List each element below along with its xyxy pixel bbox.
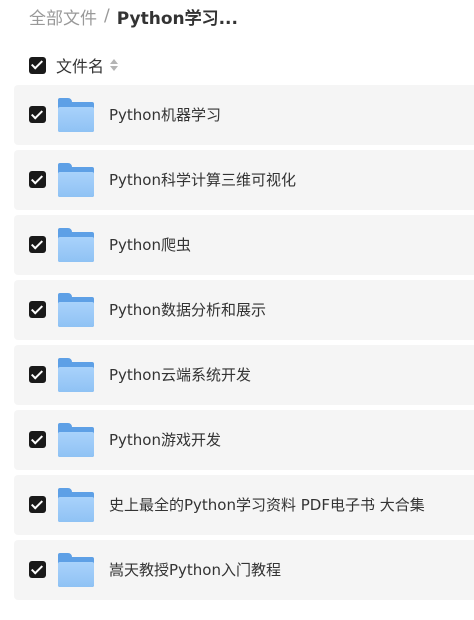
- file-name[interactable]: Python爬虫: [109, 215, 191, 275]
- column-header-filename[interactable]: 文件名: [56, 53, 104, 77]
- row-checkbox[interactable]: [29, 236, 46, 253]
- breadcrumb: 全部文件 / Python学习...: [29, 4, 238, 29]
- row-checkbox[interactable]: [29, 561, 46, 578]
- folder-icon: [58, 98, 94, 132]
- breadcrumb-root-link[interactable]: 全部文件: [29, 4, 97, 29]
- file-row[interactable]: Python机器学习: [14, 85, 474, 145]
- file-row[interactable]: Python云端系统开发: [14, 345, 474, 405]
- folder-icon: [58, 488, 94, 522]
- folder-icon: [58, 358, 94, 392]
- file-browser: 全部文件 / Python学习... 文件名 Python机器学习 Python…: [0, 0, 474, 620]
- file-row[interactable]: Python数据分析和展示: [14, 280, 474, 340]
- file-row[interactable]: Python爬虫: [14, 215, 474, 275]
- file-name[interactable]: Python数据分析和展示: [109, 280, 266, 340]
- folder-icon: [58, 163, 94, 197]
- breadcrumb-separator: /: [104, 6, 110, 26]
- file-name[interactable]: 史上最全的Python学习资料 PDF电子书 大合集: [109, 475, 425, 535]
- breadcrumb-current: Python学习...: [116, 8, 238, 29]
- file-name[interactable]: Python机器学习: [109, 85, 221, 145]
- row-checkbox[interactable]: [29, 301, 46, 318]
- file-name[interactable]: Python云端系统开发: [109, 345, 251, 405]
- select-all-checkbox[interactable]: [29, 56, 46, 74]
- file-row[interactable]: Python游戏开发: [14, 410, 474, 470]
- list-header: 文件名: [29, 53, 119, 77]
- row-checkbox[interactable]: [29, 171, 46, 188]
- file-name[interactable]: Python科学计算三维可视化: [109, 150, 296, 210]
- sort-icon[interactable]: [110, 59, 119, 71]
- folder-icon: [58, 553, 94, 587]
- file-name[interactable]: 嵩天教授Python入门教程: [109, 540, 281, 600]
- row-checkbox[interactable]: [29, 496, 46, 513]
- file-list: Python机器学习 Python科学计算三维可视化 Python爬虫 Pyth…: [14, 85, 474, 605]
- folder-icon: [58, 423, 94, 457]
- row-checkbox[interactable]: [29, 431, 46, 448]
- row-checkbox[interactable]: [29, 106, 46, 123]
- file-row[interactable]: 嵩天教授Python入门教程: [14, 540, 474, 600]
- folder-icon: [58, 228, 94, 262]
- file-row[interactable]: 史上最全的Python学习资料 PDF电子书 大合集: [14, 475, 474, 535]
- file-name[interactable]: Python游戏开发: [109, 410, 221, 470]
- row-checkbox[interactable]: [29, 366, 46, 383]
- file-row[interactable]: Python科学计算三维可视化: [14, 150, 474, 210]
- folder-icon: [58, 293, 94, 327]
